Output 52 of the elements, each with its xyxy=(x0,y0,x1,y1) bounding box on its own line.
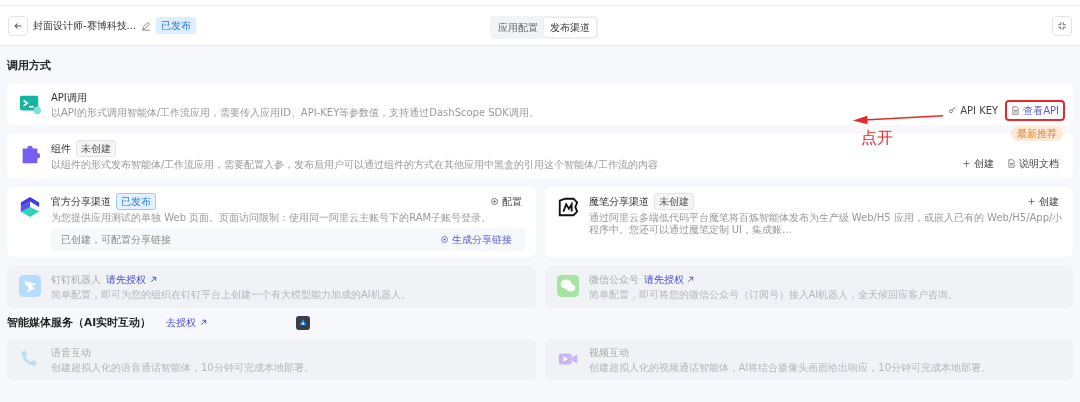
document-icon xyxy=(1011,106,1021,116)
document-icon xyxy=(1007,158,1016,168)
external-link-icon xyxy=(198,318,208,328)
view-button[interactable]: 说明文档 xyxy=(1003,154,1063,172)
card-title: 微信公众号 xyxy=(588,273,639,288)
status-tag: 未创建 xyxy=(653,192,694,210)
card-title: API调用 xyxy=(51,90,87,105)
panel-text: 已创建，可配置分享链接 xyxy=(61,233,171,248)
section-title: 智能媒体服务（AI实时互动） xyxy=(7,314,152,330)
action-button[interactable]: 配置 xyxy=(485,192,526,210)
back-arrow-icon xyxy=(13,20,23,31)
plus-icon xyxy=(1027,196,1036,206)
tab[interactable]: 发布渠道 xyxy=(544,18,596,37)
status-tag: 已发布 xyxy=(116,192,156,210)
plus-icon xyxy=(962,158,971,168)
promo-tag: 最新推荐 xyxy=(1011,126,1063,142)
collapse-button[interactable] xyxy=(1052,15,1072,36)
status-tag: 已发布 xyxy=(156,17,197,34)
tab[interactable]: 应用配置 xyxy=(492,18,544,37)
authorize-link[interactable]: 去授权 xyxy=(166,315,208,331)
annotation-text: 点开 xyxy=(861,126,893,149)
collapse-icon xyxy=(1057,20,1067,31)
card-title: 视频互动 xyxy=(588,345,629,360)
target-icon xyxy=(439,235,449,245)
key-icon xyxy=(948,106,958,116)
card-title: 官方分享渠道 xyxy=(51,194,111,209)
gear-icon xyxy=(489,196,499,206)
action-button[interactable]: 创建 xyxy=(958,154,998,172)
status-tag: 未创建 xyxy=(76,140,116,158)
generate-link-button[interactable]: 生成分享链接 xyxy=(435,231,516,249)
mobi-logo-icon xyxy=(556,195,579,218)
external-link-icon xyxy=(148,275,158,285)
back-button[interactable] xyxy=(8,15,28,36)
chat-bubbles-icon xyxy=(556,275,579,298)
section-title: 调用方式 xyxy=(7,58,51,73)
card-description: 以组件的形式发布智能体/工作流应用，需要配置入参，发布后用户可以通过组件的方式在其他应用中黑盒的引用这个智能体/工作流的内容 xyxy=(51,159,659,172)
edit-icon xyxy=(141,20,152,31)
card-title: 语音互动 xyxy=(51,345,91,360)
floating-widget-icon xyxy=(296,315,310,330)
card-title: 组件 xyxy=(51,142,71,157)
app-title: 封面设计师-赛博科技... xyxy=(33,19,137,33)
external-link-icon xyxy=(686,275,695,285)
action-button[interactable]: 创建 xyxy=(1023,192,1063,210)
cube-icon xyxy=(19,195,41,218)
card-description: 通过阿里云多端低代码平台魔笔将百炼智能体发布为生产级 Web/H5 应用，或嵌入已有的 Web/H5/App/小程序中。您还可以通过魔笔定制 UI，集成账… xyxy=(588,211,1063,237)
annotation-arrow-icon xyxy=(853,113,943,126)
wing-icon xyxy=(19,275,41,298)
card-title: 魔笔分享渠道 xyxy=(588,194,649,209)
card-description: 以API的形式调用智能体/工作流应用，需要传入应用ID、API-KEY等参数值，支持通过DashScope SDK调用。 xyxy=(51,106,540,120)
card-title: 钉钉机器人 xyxy=(51,273,101,288)
view-button[interactable]: 查看API xyxy=(1007,102,1063,120)
action-button[interactable]: API KEY xyxy=(944,102,1003,120)
